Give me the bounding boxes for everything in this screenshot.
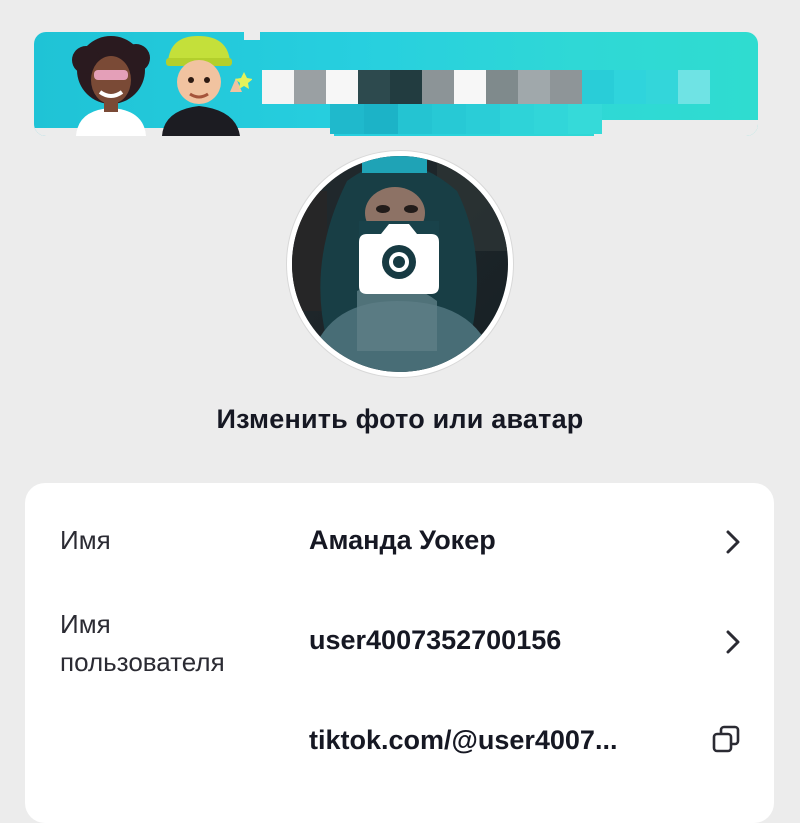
profile-link-row[interactable]: tiktok.com/@user4007... xyxy=(25,721,774,769)
change-photo-link[interactable]: Изменить фото или аватар xyxy=(0,404,800,435)
username-row[interactable]: Имя пользователя user4007352700156 xyxy=(25,601,774,687)
name-row[interactable]: Имя Аманда Уокер xyxy=(25,521,774,569)
name-value: Аманда Уокер xyxy=(309,525,496,555)
avatar-character-boy-image xyxy=(162,36,252,136)
username-label-line1: Имя xyxy=(60,609,111,639)
username-value: user4007352700156 xyxy=(309,625,562,655)
avatar-promo-banner[interactable] xyxy=(34,32,758,136)
username-label-line2: пользователя xyxy=(60,647,225,677)
camera-icon[interactable] xyxy=(359,224,439,294)
name-label: Имя xyxy=(60,525,111,555)
pixelated-banner-strip xyxy=(330,104,602,134)
copy-icon[interactable] xyxy=(709,723,743,757)
pixelated-banner-text xyxy=(262,70,710,104)
chevron-right-icon xyxy=(726,630,740,654)
chevron-right-icon xyxy=(726,530,740,554)
avatar-character-girl-image xyxy=(72,36,150,136)
profile-link-value: tiktok.com/@user4007... xyxy=(309,725,618,755)
profile-fields-card: Имя Аманда Уокер Имя пользователя user40… xyxy=(25,483,774,823)
